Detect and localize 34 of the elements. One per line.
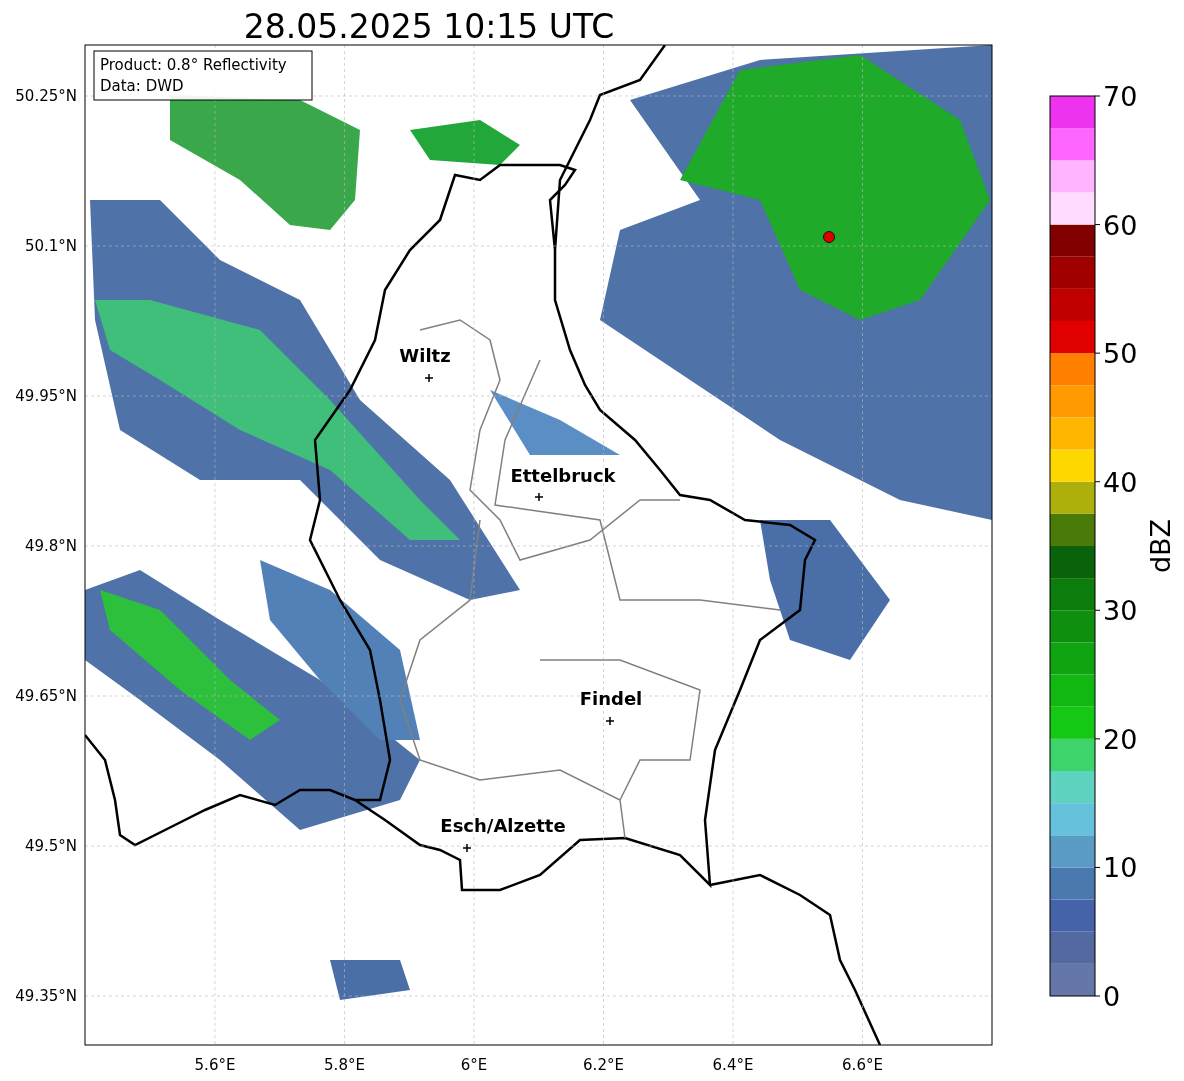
city-label: Ettelbruck: [510, 465, 616, 486]
colorbar-label: dBZ: [1145, 518, 1176, 574]
latitude-label: 49.95°N: [15, 387, 77, 405]
city-label: Esch/Alzette: [440, 815, 566, 836]
latitude-label: 49.8°N: [24, 537, 77, 555]
longitude-label: 6°E: [460, 1056, 488, 1074]
city-marker-icon: [424, 373, 434, 383]
colorbar-tick-label: 0: [1103, 981, 1121, 1012]
city-marker-icon: [462, 843, 472, 853]
longitude-label: 6.2°E: [583, 1056, 624, 1074]
city-marker-icon: [534, 492, 544, 502]
longitude-label: 6.4°E: [712, 1056, 754, 1074]
colorbar-tick-label: 40: [1103, 466, 1138, 498]
colorbar-tick-label: 30: [1103, 595, 1138, 627]
latitude-label: 49.65°N: [15, 687, 77, 705]
radar-site-dot: [823, 231, 835, 243]
chart-title: 28.05.2025 10:15 UTC: [243, 7, 615, 46]
longitude-label: 5.6°E: [194, 1056, 236, 1074]
colorbar-tick-label: 20: [1103, 723, 1138, 755]
latitude-label: 49.35°N: [15, 987, 77, 1005]
latitude-label: 50.1°N: [24, 237, 77, 255]
colorbar-tick-label: 60: [1103, 209, 1138, 241]
longitude-label: 5.8°E: [324, 1056, 365, 1074]
city-marker-icon: [605, 716, 615, 726]
info-text: Data: DWD: [100, 77, 184, 95]
city-label: Wiltz: [399, 345, 451, 366]
longitude-label: 6.6°E: [842, 1056, 883, 1074]
city-label: Findel: [579, 688, 643, 709]
latitude-label: 50.25°N: [15, 87, 77, 105]
colorbar-tick-label: 70: [1103, 81, 1138, 112]
info-text: Product: 0.8° Reflectivity: [100, 56, 287, 74]
latitude-label: 49.5°N: [24, 837, 77, 855]
colorbar-tick-label: 10: [1103, 852, 1138, 884]
colorbar-tick-label: 50: [1103, 338, 1138, 370]
